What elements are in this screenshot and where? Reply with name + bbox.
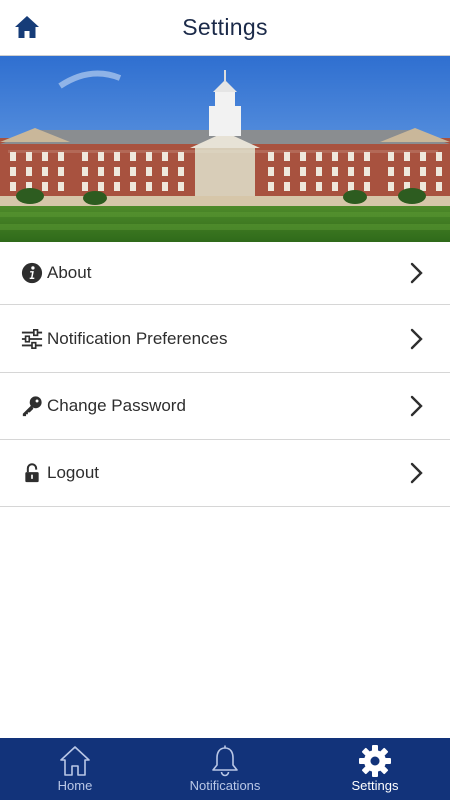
top-bar: Settings bbox=[0, 0, 450, 56]
bottom-tab-bar: Home Notifications Settings bbox=[0, 738, 450, 800]
tab-settings[interactable]: Settings bbox=[300, 738, 450, 800]
campus-building-photo bbox=[0, 56, 450, 242]
bell-icon bbox=[212, 745, 238, 777]
menu-item-label: About bbox=[47, 263, 92, 282]
sliders-icon bbox=[20, 327, 44, 351]
chevron-right-icon bbox=[410, 462, 423, 484]
tab-label: Home bbox=[57, 778, 93, 793]
menu-item-change-password[interactable]: Change Password bbox=[0, 373, 450, 440]
menu-item-label: Notification Preferences bbox=[47, 328, 228, 348]
menu-item-label: Logout bbox=[47, 463, 99, 482]
lock-icon bbox=[20, 461, 44, 485]
tab-label: Notifications bbox=[189, 778, 261, 793]
page-title: Settings bbox=[182, 14, 268, 40]
tab-home[interactable]: Home bbox=[0, 738, 150, 800]
menu-item-notification-preferences[interactable]: Notification Preferences bbox=[0, 305, 450, 373]
info-icon bbox=[20, 261, 44, 285]
tab-notifications[interactable]: Notifications bbox=[150, 738, 300, 800]
chevron-right-icon bbox=[410, 262, 423, 284]
chevron-right-icon bbox=[410, 328, 423, 349]
key-icon bbox=[20, 394, 44, 418]
chevron-right-icon bbox=[410, 395, 423, 417]
menu-item-label: Change Password bbox=[47, 396, 186, 415]
menu-item-logout[interactable]: Logout bbox=[0, 440, 450, 507]
home-outline-icon bbox=[60, 746, 90, 776]
settings-menu: About Notification Preferences Change Pa… bbox=[0, 242, 450, 507]
tab-label: Settings bbox=[351, 778, 399, 793]
gear-icon bbox=[359, 745, 391, 777]
home-icon[interactable] bbox=[14, 14, 40, 40]
menu-item-about[interactable]: About bbox=[0, 242, 450, 305]
